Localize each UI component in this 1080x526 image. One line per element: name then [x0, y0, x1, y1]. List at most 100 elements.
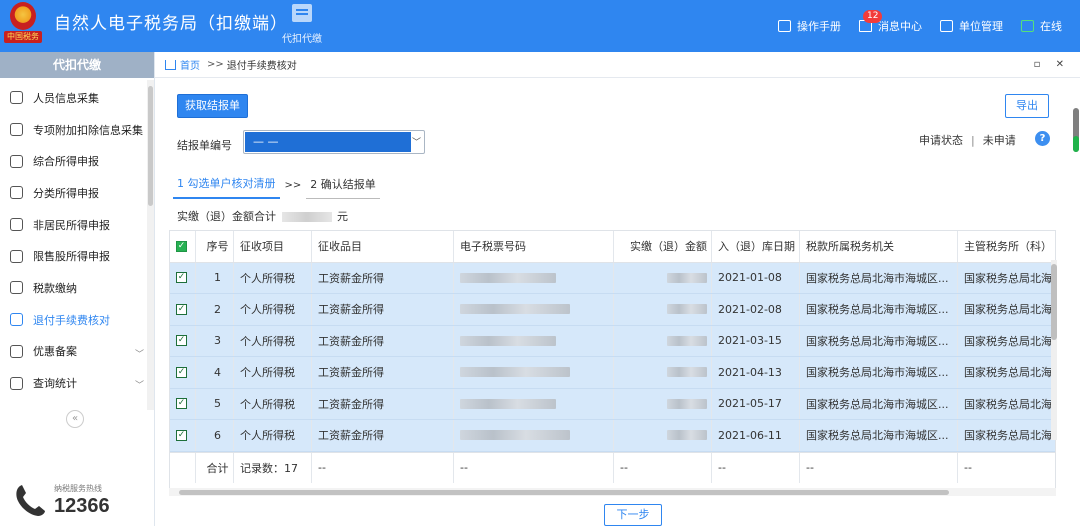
service-hotline: 纳税服务热线 12366: [12, 477, 152, 521]
row-checkbox[interactable]: ✓: [170, 420, 196, 451]
sidebar-item-nonresident-income[interactable]: 非居民所得申报: [0, 209, 146, 241]
sidebar-item-restricted-stock[interactable]: 限售股所得申报: [0, 240, 146, 272]
online-icon: [1021, 20, 1034, 32]
total-empty-cell: --: [958, 453, 1055, 484]
storage-date: 2021-03-15: [712, 325, 800, 356]
row-checkbox[interactable]: ✓: [170, 262, 196, 293]
help-icon[interactable]: ?: [1035, 131, 1050, 146]
export-button[interactable]: 导出: [1005, 94, 1049, 118]
redacted-value: [667, 304, 707, 315]
tax-office: 国家税务总局北海: [958, 420, 1055, 451]
table-vertical-scrollbar[interactable]: [1051, 260, 1057, 440]
layers-icon: [10, 154, 23, 168]
checkbox-checked-icon[interactable]: ✓: [176, 303, 187, 315]
table-row[interactable]: ✓ 6 个人所得税 工资薪金所得 2021-06-11 国家税务总局北海市海城区... 国家…: [170, 420, 1055, 452]
checkbox-checked-icon[interactable]: ✓: [176, 335, 187, 347]
sidebar-item-tax-payment[interactable]: 税款缴纳: [0, 272, 146, 304]
tax-office: 国家税务总局北海: [958, 326, 1055, 357]
amount-redacted: [614, 294, 712, 325]
tax-office: 国家税务总局北海: [958, 294, 1055, 325]
sidebar-item-preferential-filing[interactable]: 优惠备案 ﹀: [0, 336, 146, 368]
e-ticket-number-redacted: [454, 357, 614, 388]
checkbox-checked-icon[interactable]: ✓: [176, 366, 187, 378]
collapse-sidebar-button[interactable]: «: [66, 410, 84, 428]
table-row[interactable]: ✓ 4 个人所得税 工资薪金所得 2021-04-13 国家税务总局北海市海城区... 国家…: [170, 357, 1055, 389]
nav-withholding[interactable]: 代扣代缴: [280, 4, 324, 45]
top-bar: 中国税务 自然人电子税务局（扣缴端） 代扣代缴 操作手册 12 消息中心 单位管…: [0, 0, 1080, 52]
sidebar-item-special-deduction[interactable]: 专项附加扣除信息采集: [0, 114, 146, 146]
levy-sub-item: 工资薪金所得: [312, 388, 454, 419]
redacted-value: [667, 272, 707, 283]
hotline-label: 纳税服务热线: [54, 484, 102, 493]
unit-management-link[interactable]: 单位管理: [940, 18, 1003, 34]
home-icon: [165, 59, 176, 70]
message-center-link[interactable]: 12 消息中心: [859, 10, 922, 34]
sidebar-item-personnel-info[interactable]: 人员信息采集: [0, 82, 146, 114]
sidebar-item-classified-income[interactable]: 分类所得申报: [0, 177, 146, 209]
row-number: 2: [196, 294, 234, 325]
side-widget-indicator: [1073, 136, 1079, 152]
storage-date: 2021-04-13: [712, 357, 800, 388]
breadcrumb-separator: >>: [207, 59, 224, 70]
statement-no-value: — —: [245, 132, 411, 152]
top-right-menu: 操作手册 12 消息中心 单位管理 在线: [778, 0, 1080, 52]
person-outline-icon: [10, 218, 23, 232]
storage-date: 2021-06-11: [712, 420, 800, 451]
row-checkbox[interactable]: ✓: [170, 388, 196, 419]
breadcrumb-home[interactable]: 首页: [180, 57, 200, 72]
row-number: 6: [196, 420, 234, 451]
checkbox-checked-icon[interactable]: ✓: [176, 398, 187, 410]
manual-icon: [778, 20, 791, 32]
table-row[interactable]: ✓ 2 个人所得税 工资薪金所得 2021-02-08 国家税务总局北海市海城区... 国家…: [170, 294, 1055, 326]
levy-sub-item: 工资薪金所得: [312, 420, 454, 451]
table-horizontal-scrollbar[interactable]: [169, 488, 1056, 496]
redacted-value: [460, 367, 570, 378]
get-statement-button[interactable]: 获取结报单: [177, 94, 248, 118]
manual-link[interactable]: 操作手册: [778, 18, 841, 34]
nav-withholding-label: 代扣代缴: [282, 34, 322, 45]
row-checkbox[interactable]: ✓: [170, 294, 196, 325]
step-confirm-statement[interactable]: 2 确认结报单: [306, 173, 380, 199]
window-controls[interactable]: ▫ ✕: [1034, 59, 1070, 70]
message-center-label: 消息中心: [878, 20, 922, 33]
column-header: 征收项目: [234, 231, 312, 262]
sidebar-item-fee-refund-check[interactable]: 退付手续费核对: [0, 304, 146, 336]
side-widget[interactable]: [1073, 108, 1079, 152]
select-all-checkbox[interactable]: ✓: [170, 231, 196, 262]
redacted-value: [667, 398, 707, 409]
tax-office: 国家税务总局北海: [958, 357, 1055, 388]
checkbox-checked-icon[interactable]: ✓: [176, 429, 187, 441]
total-amount-label: 实缴（退）金额合计: [177, 210, 276, 223]
row-number: 5: [196, 388, 234, 419]
statement-no-select[interactable]: — — ﹀: [243, 130, 425, 154]
table-row[interactable]: ✓ 3 个人所得税 工资薪金所得 2021-03-15 国家税务总局北海市海城区... 国家…: [170, 325, 1055, 357]
sidebar-scrollbar[interactable]: [147, 80, 154, 410]
sidebar: 代扣代缴 人员信息采集 专项附加扣除信息采集 综合所得申报 分类所得申报 非居民…: [0, 52, 155, 526]
online-status[interactable]: 在线: [1021, 18, 1062, 34]
apply-status: 申请状态 | 未申请: [919, 132, 1016, 148]
sidebar-scroll-thumb[interactable]: [148, 86, 153, 206]
column-header: 税款所属税务机关: [800, 231, 958, 262]
person-icon: [10, 91, 23, 105]
levy-sub-item: 工资薪金所得: [312, 294, 454, 325]
table-row[interactable]: ✓ 1 个人所得税 工资薪金所得 2021-01-08 国家税务总局北海市海城区... 国家…: [170, 262, 1055, 294]
tax-logo: 中国税务: [4, 2, 42, 43]
redacted-value: [460, 272, 556, 283]
table-vscroll-thumb[interactable]: [1051, 264, 1057, 340]
breadcrumb: 首页 >> 退付手续费核对 ▫ ✕: [155, 52, 1080, 78]
sidebar-item-query-stats[interactable]: 查询统计 ﹀: [0, 367, 146, 399]
checkbox-checked-icon[interactable]: ✓: [176, 272, 187, 284]
chevron-down-icon: ﹀: [411, 138, 421, 148]
table-row[interactable]: ✓ 5 个人所得税 工资薪金所得 2021-05-17 国家税务总局北海市海城区... 国家…: [170, 388, 1055, 420]
row-checkbox[interactable]: ✓: [170, 325, 196, 356]
levy-item: 个人所得税: [234, 420, 312, 451]
sidebar-title: 代扣代缴: [0, 52, 154, 78]
table-hscroll-thumb[interactable]: [179, 490, 949, 495]
checkbox-checked-icon[interactable]: ✓: [176, 240, 187, 252]
next-step-button[interactable]: 下一步: [604, 504, 662, 526]
step-select-list[interactable]: 1 勾选单户核对清册: [173, 172, 280, 199]
app-title: 自然人电子税务局（扣缴端）: [54, 14, 288, 34]
row-checkbox[interactable]: ✓: [170, 357, 196, 388]
storage-date: 2021-05-17: [712, 388, 800, 419]
sidebar-item-comprehensive-income[interactable]: 综合所得申报: [0, 145, 146, 177]
